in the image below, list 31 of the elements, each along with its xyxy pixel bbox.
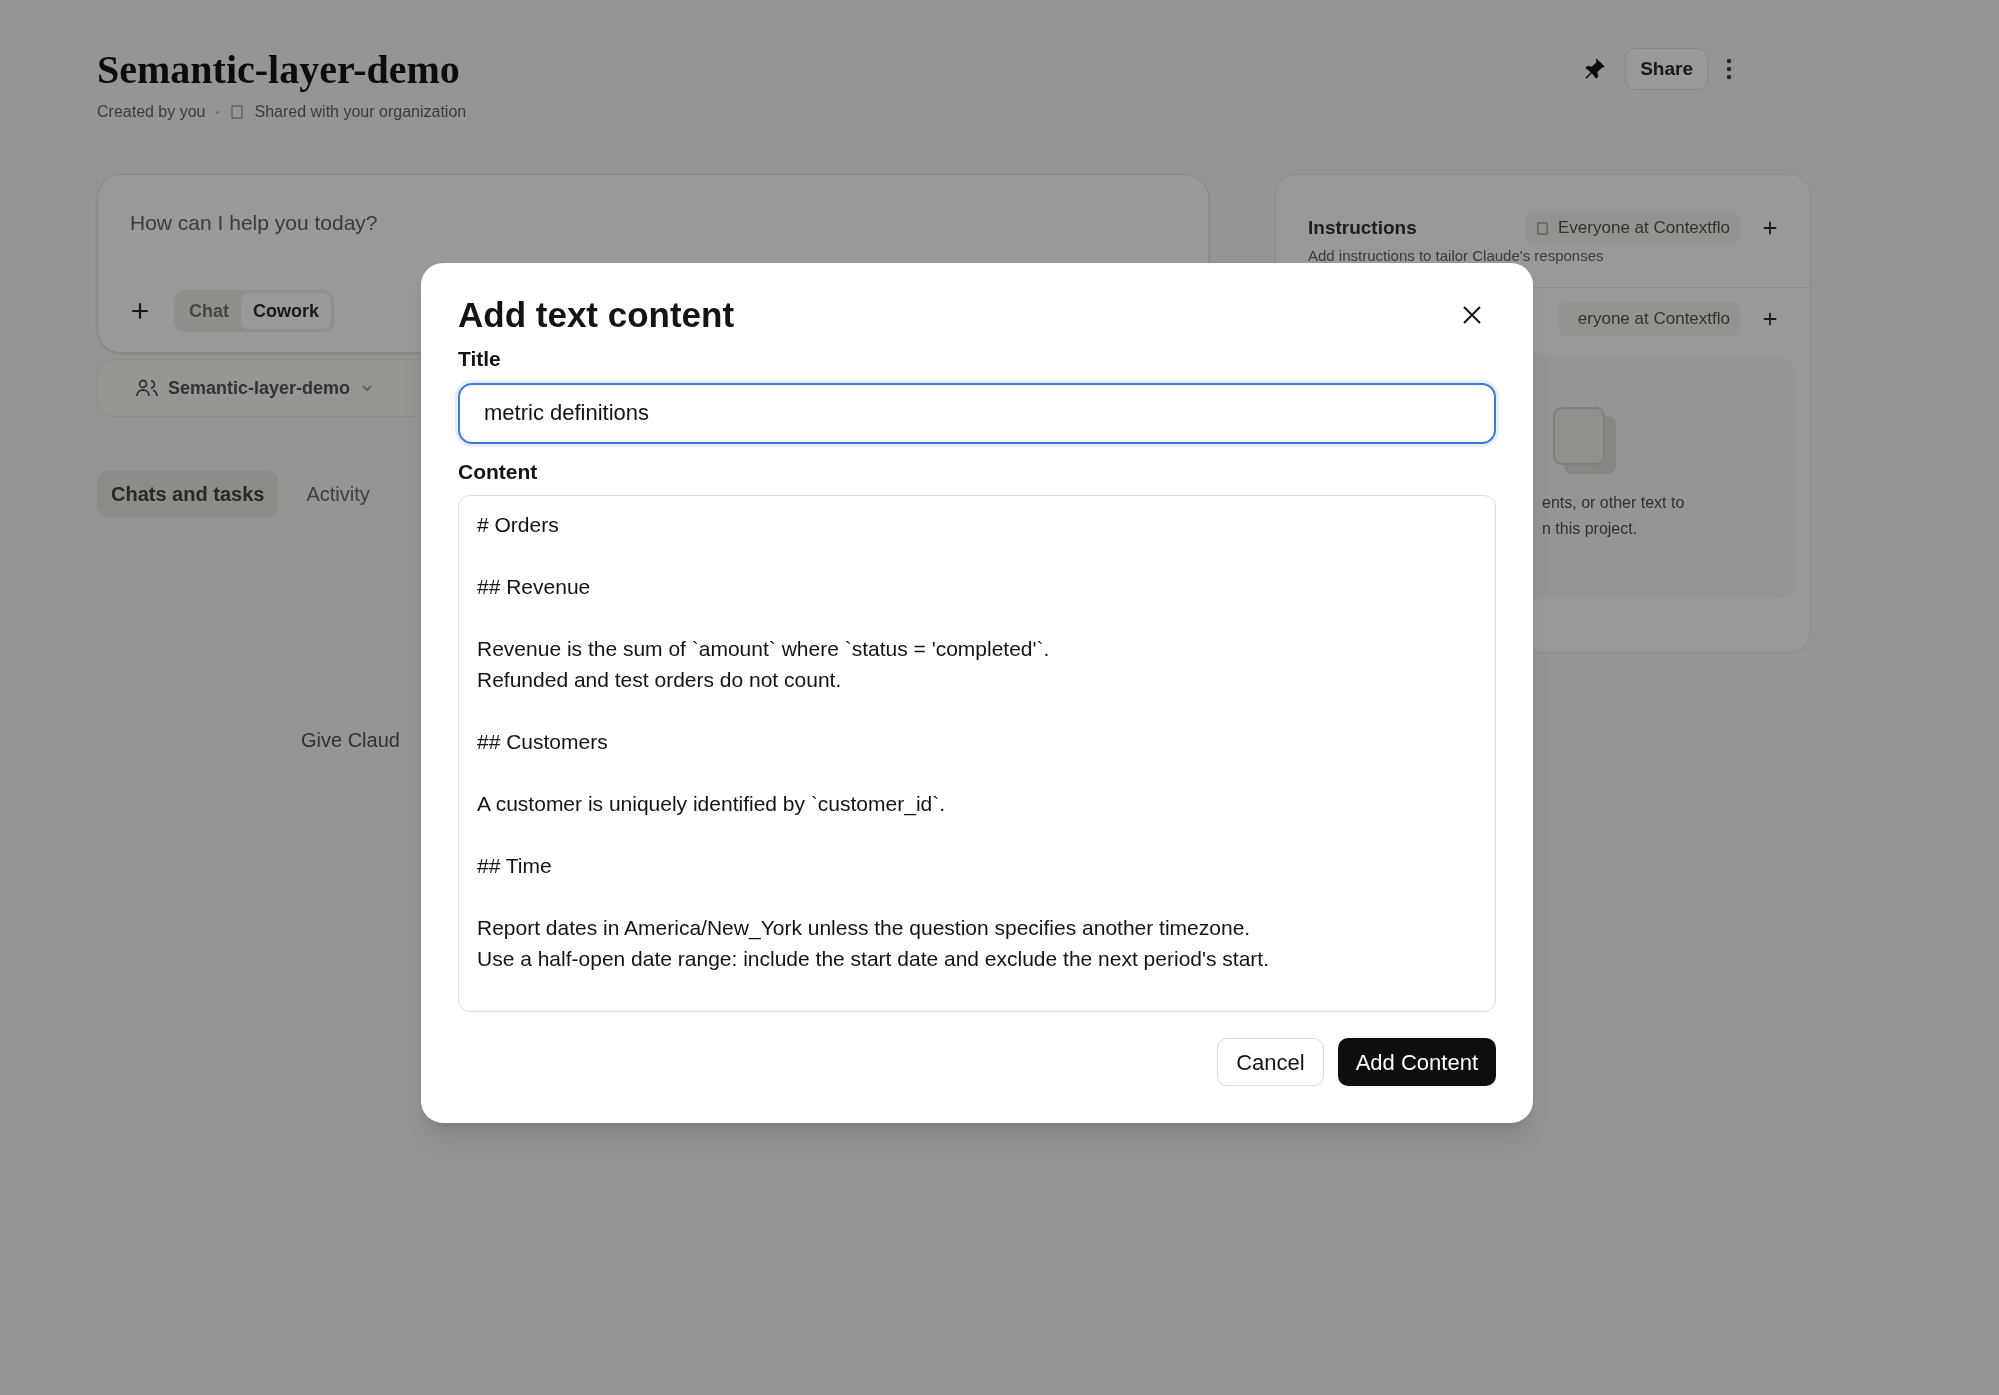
share-button[interactable]: Share (1625, 48, 1708, 90)
mode-tab[interactable]: Chat (177, 293, 241, 329)
empty-hint: Give Claud (301, 728, 400, 753)
access-chip[interactable]: eryone at Contextflo (1557, 302, 1740, 336)
title-field[interactable]: metric definitions (458, 382, 1496, 444)
tab[interactable]: Activity (292, 471, 384, 517)
add-content-button[interactable]: Add Content (1337, 1038, 1496, 1086)
content-field[interactable]: # Orders ## Revenue Revenue is the sum of `amount` where `status = 'completed'`. Refunded and test orders do not count. ## Customers A customer is uniquely identified by `customer_id`. ## Time Report dates in America/New_York unless the question specifies another timezone. Use a half-open date range: include the start date and exclude the next period's start. (458, 495, 1496, 1012)
files-hint-line: ents, or other text to (1542, 493, 1686, 513)
people-icon (136, 379, 158, 397)
created-by-text: Created by you (97, 102, 206, 122)
mode-tab[interactable]: Cowork (241, 293, 331, 329)
title-label: Title (458, 346, 502, 372)
cancel-button[interactable]: Cancel (1217, 1038, 1324, 1086)
tab[interactable]: Chats and tasks (97, 471, 279, 517)
prompt-placeholder[interactable]: How can I help you today? (130, 207, 1176, 239)
project-title: Semantic-layer-demo (97, 46, 461, 94)
building-icon (1535, 220, 1550, 236)
files-hint-line: n this project. (1542, 519, 1639, 539)
plus-icon[interactable] (1762, 220, 1778, 236)
project-name: Semantic-layer-demo (168, 376, 351, 400)
content-label: Content (458, 458, 539, 485)
plus-icon[interactable] (130, 301, 150, 321)
plus-icon[interactable] (1762, 311, 1778, 327)
instructions-title: Instructions (1308, 215, 1417, 240)
building-icon (228, 104, 245, 120)
more-icon[interactable] (1726, 57, 1732, 81)
dialog-title: Add text content (458, 294, 735, 336)
access-chip[interactable]: Everyone at Contextflo (1525, 211, 1740, 245)
instructions-subtitle: Add instructions to tailor Claude's responses (1308, 247, 1605, 265)
visibility-text: Shared with your organization (254, 102, 467, 122)
